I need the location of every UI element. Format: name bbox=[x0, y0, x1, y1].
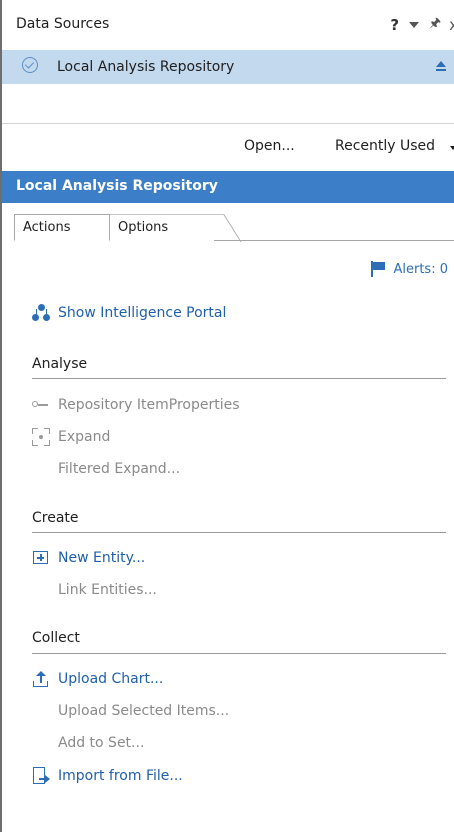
expand-icon bbox=[32, 428, 50, 446]
section-divider bbox=[32, 653, 446, 654]
properties-icon bbox=[32, 396, 50, 414]
action-label: Expand bbox=[58, 429, 111, 445]
pane-left-border bbox=[0, 0, 2, 832]
upload-chart-action[interactable]: Upload Chart... bbox=[32, 670, 163, 688]
chevron-down-icon[interactable] bbox=[450, 146, 454, 150]
show-intelligence-portal-link[interactable]: Show Intelligence Portal bbox=[32, 304, 226, 322]
close-icon[interactable]: x bbox=[449, 16, 454, 34]
action-label: Filtered Expand... bbox=[58, 461, 181, 477]
action-label: Add to Set... bbox=[58, 735, 145, 751]
action-label: Import from File... bbox=[58, 768, 183, 784]
network-icon bbox=[32, 304, 50, 322]
action-label: Repository ItemProperties bbox=[58, 397, 240, 413]
add-entity-icon bbox=[32, 549, 50, 567]
repository-header: Local Analysis Repository bbox=[2, 171, 454, 203]
link-entities-action[interactable]: Link Entities... bbox=[58, 582, 157, 598]
data-source-item-selected[interactable]: Local Analysis Repository bbox=[2, 50, 454, 84]
section-divider bbox=[32, 532, 446, 533]
alerts-label: Alerts: 0 bbox=[393, 261, 448, 277]
upload-selected-items-action[interactable]: Upload Selected Items... bbox=[58, 703, 229, 719]
alerts-link[interactable]: Alerts: 0 bbox=[371, 261, 448, 277]
panel-tools: ? 🖈 x bbox=[380, 14, 454, 36]
action-label: Upload Chart... bbox=[58, 671, 164, 687]
eject-icon[interactable] bbox=[436, 61, 446, 73]
import-from-file-action[interactable]: Import from File... bbox=[32, 767, 183, 785]
divider bbox=[2, 123, 454, 124]
flag-icon bbox=[371, 261, 386, 277]
open-button[interactable]: Open... bbox=[244, 138, 295, 154]
expand-action[interactable]: Expand bbox=[32, 428, 110, 446]
panel-title-bar: Data Sources ? 🖈 x bbox=[0, 0, 454, 50]
repository-header-title: Local Analysis Repository bbox=[16, 178, 218, 194]
panel-menu-dropdown-icon[interactable] bbox=[409, 22, 420, 28]
open-toolbar: Open... Recently Used bbox=[0, 134, 454, 160]
action-label: Link Entities... bbox=[58, 582, 157, 598]
tab-strip: Actions Options bbox=[2, 209, 454, 241]
pin-icon[interactable]: 🖈 bbox=[429, 14, 441, 36]
filtered-expand-action[interactable]: Filtered Expand... bbox=[58, 461, 180, 477]
action-label: Upload Selected Items... bbox=[58, 703, 230, 719]
recently-used-dropdown[interactable]: Recently Used bbox=[335, 138, 435, 154]
panel-title: Data Sources bbox=[16, 16, 110, 32]
section-divider bbox=[32, 378, 446, 379]
action-label: New Entity... bbox=[58, 550, 146, 566]
data-source-label: Local Analysis Repository bbox=[57, 59, 235, 75]
add-to-set-action[interactable]: Add to Set... bbox=[58, 735, 144, 751]
section-heading-analyse: Analyse bbox=[32, 356, 88, 372]
section-heading-create: Create bbox=[32, 510, 79, 526]
show-intelligence-portal-label: Show Intelligence Portal bbox=[58, 305, 227, 321]
upload-icon bbox=[32, 670, 50, 688]
help-icon[interactable]: ? bbox=[390, 16, 399, 34]
tab-options[interactable]: Options bbox=[110, 214, 214, 241]
tab-actions[interactable]: Actions bbox=[14, 214, 110, 241]
repository-item-properties-action[interactable]: Repository ItemProperties bbox=[32, 396, 240, 414]
section-heading-collect: Collect bbox=[32, 630, 80, 646]
import-file-icon bbox=[32, 767, 50, 785]
connected-check-icon bbox=[22, 57, 38, 73]
new-entity-action[interactable]: New Entity... bbox=[32, 549, 145, 567]
